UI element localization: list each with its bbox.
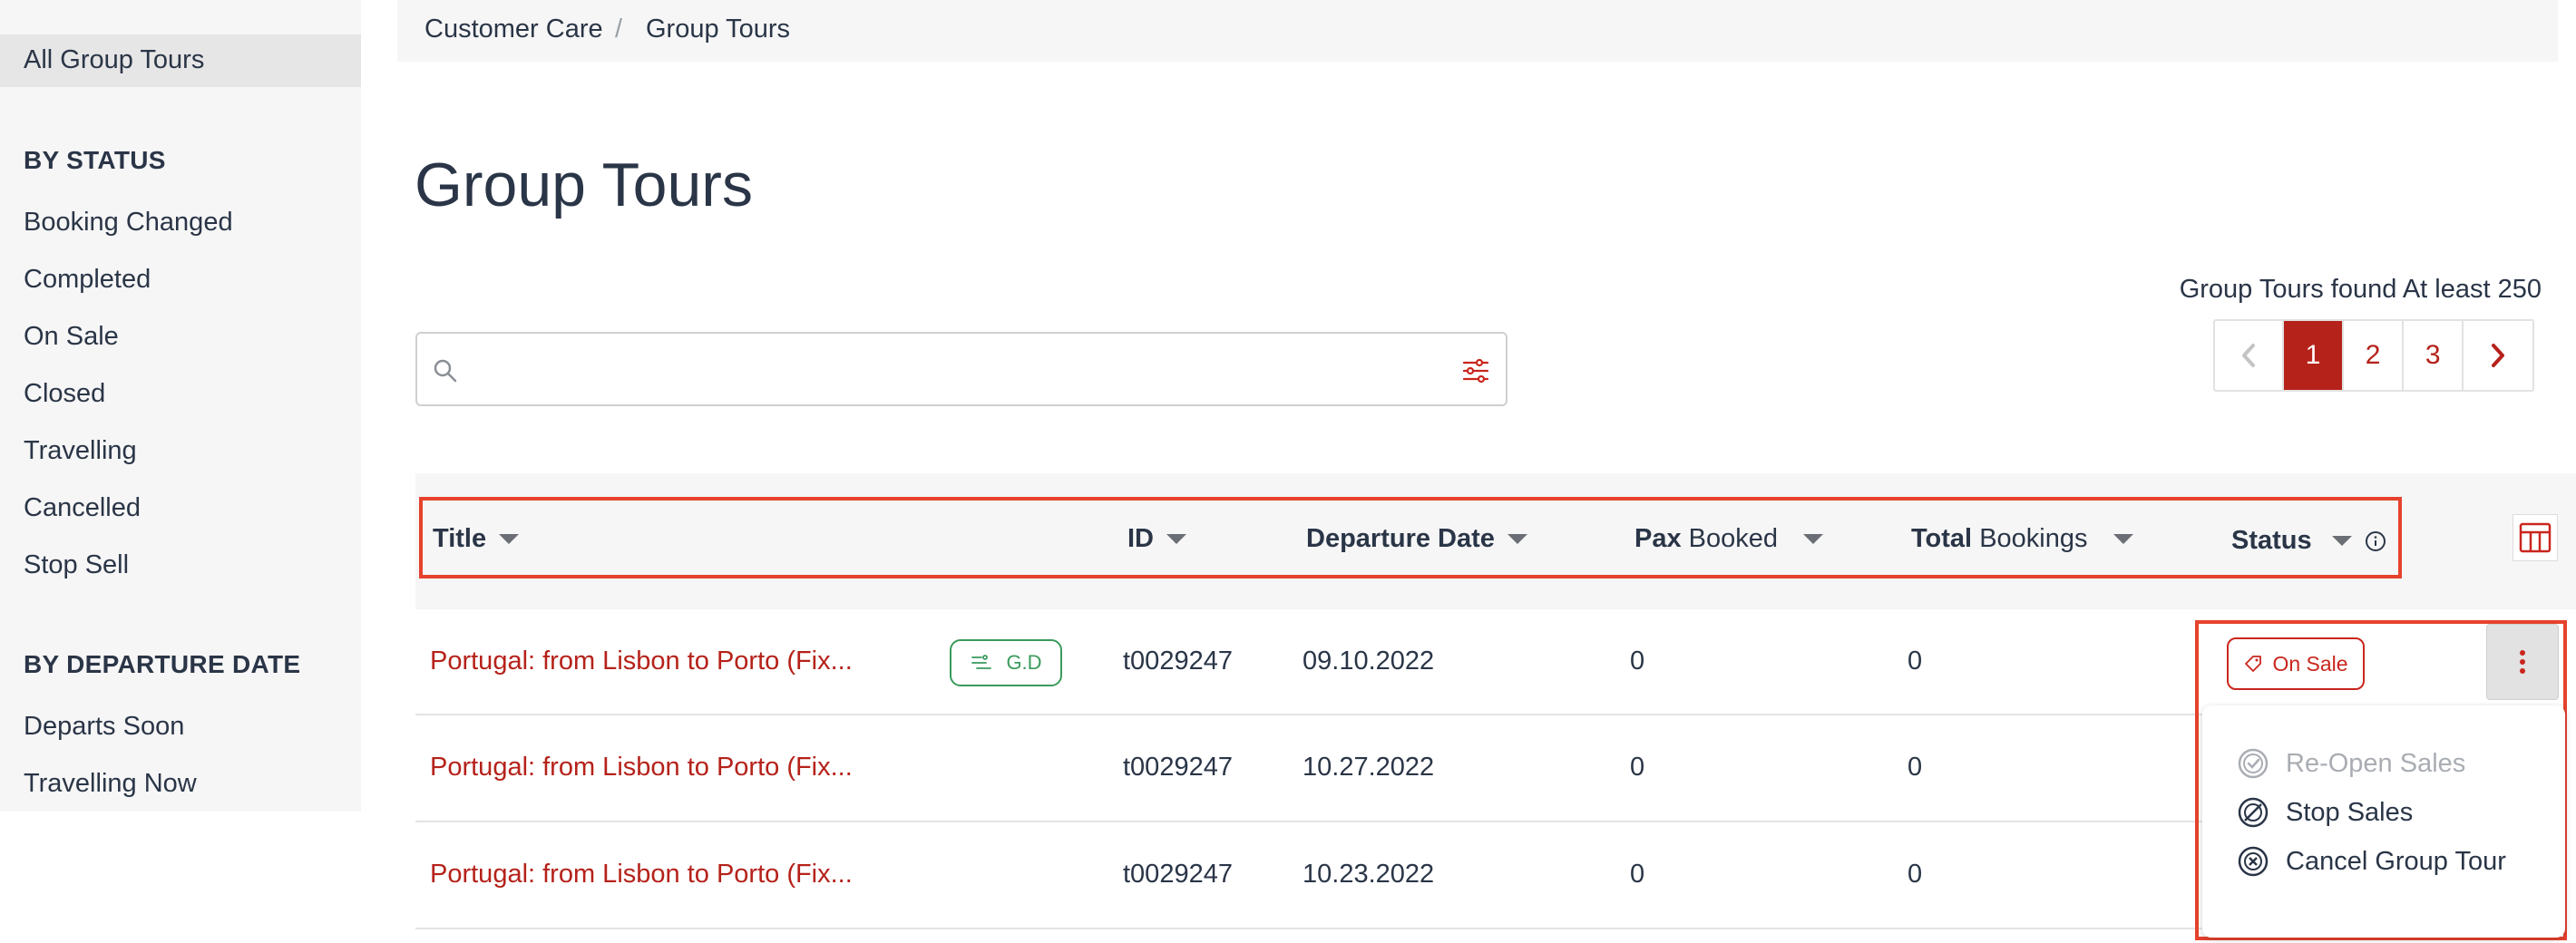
sidebar-item-completed[interactable]: Completed: [24, 265, 151, 295]
sidebar-item-travelling[interactable]: Travelling: [24, 436, 137, 466]
sort-caret-icon[interactable]: [2113, 534, 2133, 544]
sidebar: All Group Tours BY STATUS Booking Change…: [0, 0, 361, 812]
column-header-id[interactable]: ID: [1127, 524, 1186, 554]
by-status-heading: BY STATUS: [24, 146, 166, 174]
row-1-total-bookings: 0: [1908, 646, 1923, 676]
page-button-3[interactable]: 3: [2404, 321, 2464, 390]
sort-caret-icon[interactable]: [1507, 534, 1527, 544]
column-header-pax-booked[interactable]: Pax Booked: [1634, 524, 1824, 554]
group-departure-badge: G.D: [950, 639, 1062, 686]
sidebar-item-departs-soon[interactable]: Departs Soon: [24, 712, 184, 742]
row-3-id: t0029247: [1123, 860, 1233, 889]
row-1-departure-date: 09.10.2022: [1303, 646, 1435, 676]
breadcrumb-group-tours: Group Tours: [646, 15, 791, 44]
columns-icon[interactable]: [2513, 514, 2558, 561]
reopen-icon: [2238, 748, 2269, 779]
column-header-title[interactable]: Title: [433, 524, 520, 554]
page-button-2[interactable]: 2: [2344, 321, 2405, 390]
sort-caret-icon[interactable]: [1166, 534, 1186, 544]
row-1-pax-booked: 0: [1630, 646, 1645, 676]
next-page-button[interactable]: [2464, 321, 2532, 390]
menu-item-cancel-group-tour[interactable]: Cancel Group Tour: [2235, 843, 2506, 880]
sidebar-item-closed[interactable]: Closed: [24, 379, 105, 409]
sidebar-item-all-label[interactable]: All Group Tours: [24, 45, 204, 75]
breadcrumb-customer-care[interactable]: Customer Care: [424, 15, 603, 44]
menu-item-stop-sales[interactable]: Stop Sales: [2235, 794, 2413, 831]
sidebar-item-stop-sell[interactable]: Stop Sell: [24, 550, 129, 580]
stop-icon: [2238, 797, 2269, 828]
sidebar-item-travelling-now[interactable]: Travelling Now: [24, 769, 197, 799]
breadcrumb-separator: /: [615, 15, 623, 44]
sort-caret-icon[interactable]: [499, 534, 520, 544]
results-count: Group Tours found At least 250: [2179, 275, 2542, 304]
chevron-right-icon: [2492, 344, 2505, 367]
row-1-id: t0029247: [1123, 646, 1233, 676]
row-2-departure-date: 10.27.2022: [1303, 753, 1435, 782]
row-3-pax-booked: 0: [1630, 860, 1645, 889]
sidebar-item-booking-changed[interactable]: Booking Changed: [24, 208, 233, 238]
sidebar-item-cancelled[interactable]: Cancelled: [24, 493, 141, 523]
chevron-left-icon: [2241, 344, 2255, 367]
column-header-status[interactable]: Status: [2231, 526, 2386, 556]
sort-caret-icon[interactable]: [2331, 536, 2352, 546]
search-input[interactable]: [415, 332, 1508, 406]
pagination: 1 2 3: [2213, 319, 2534, 392]
menu-item-reopen-sales[interactable]: Re-Open Sales: [2235, 745, 2465, 782]
page-title: Group Tours: [415, 151, 753, 219]
sort-caret-icon[interactable]: [1803, 534, 1824, 544]
row-2-total-bookings: 0: [1908, 753, 1923, 782]
row-1-title-link[interactable]: Portugal: from Lisbon to Porto (Fix...: [430, 646, 853, 676]
sidebar-item-on-sale[interactable]: On Sale: [24, 322, 119, 352]
row-3-departure-date: 10.23.2022: [1303, 860, 1435, 889]
kebab-icon: [2520, 650, 2525, 674]
filter-icon[interactable]: [1460, 355, 1491, 386]
row-3-total-bookings: 0: [1908, 860, 1923, 889]
search-icon: [434, 359, 457, 383]
page-button-1[interactable]: 1: [2283, 321, 2344, 390]
actions-dropdown: Re-Open Sales Stop Sales Cancel Group To…: [2202, 705, 2565, 938]
info-icon[interactable]: [2365, 530, 2386, 552]
row-3-title-link[interactable]: Portugal: from Lisbon to Porto (Fix...: [430, 860, 853, 890]
cancel-icon: [2238, 846, 2269, 877]
row-actions-button[interactable]: [2486, 624, 2559, 700]
group-departure-icon: [971, 655, 992, 669]
prev-page-button[interactable]: [2215, 321, 2284, 390]
row-2-id: t0029247: [1123, 753, 1233, 782]
row-2-title-link[interactable]: Portugal: from Lisbon to Porto (Fix...: [430, 753, 853, 783]
column-header-total-bookings[interactable]: Total Bookings: [1911, 524, 2133, 554]
row-2-pax-booked: 0: [1630, 753, 1645, 782]
column-header-departure-date[interactable]: Departure Date: [1306, 524, 1527, 554]
by-departure-date-heading: BY DEPARTURE DATE: [24, 650, 301, 678]
